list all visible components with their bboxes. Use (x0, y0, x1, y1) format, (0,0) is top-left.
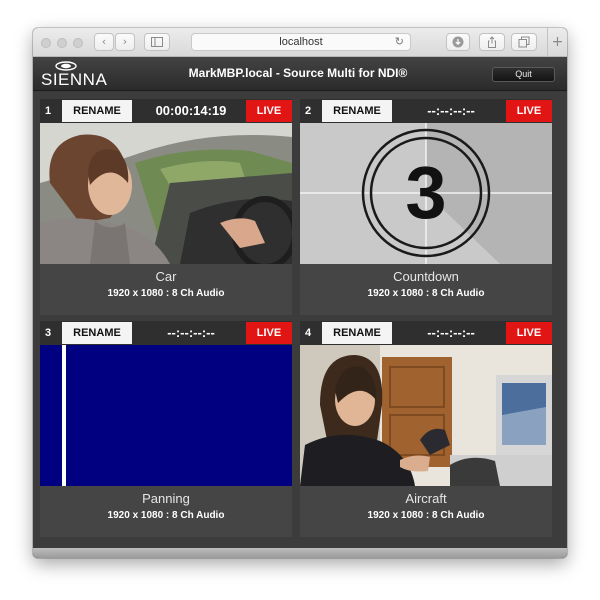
video-preview-aircraft[interactable] (300, 345, 552, 486)
live-badge[interactable]: LIVE (506, 322, 552, 344)
sienna-logo: SIENNA (41, 61, 121, 89)
source-format: 1920 x 1080 : 8 Ch Audio (367, 288, 485, 299)
timecode: --:--:--:-- (427, 325, 475, 340)
tabs-icon (518, 36, 530, 48)
close-window-button[interactable] (41, 38, 51, 48)
rename-button[interactable]: RENAME (322, 322, 392, 344)
source-number: 3 (45, 327, 52, 339)
live-badge[interactable]: LIVE (506, 100, 552, 122)
download-icon (452, 36, 464, 48)
quit-button[interactable]: Quit (492, 67, 555, 82)
video-preview-panning[interactable] (40, 345, 292, 486)
chevron-left-icon: ‹ (101, 35, 107, 48)
address-bar[interactable]: localhost ↻ (191, 33, 411, 51)
live-badge[interactable]: LIVE (246, 100, 292, 122)
rename-button[interactable]: RENAME (62, 322, 132, 344)
source-number: 1 (45, 105, 52, 117)
timecode: --:--:--:-- (167, 325, 215, 340)
source-format: 1920 x 1080 : 8 Ch Audio (107, 510, 225, 521)
browser-window: ‹ › localhost ↻ + SIENNA MarkMBP.local -… (33, 28, 567, 558)
source-number: 4 (305, 327, 312, 339)
horizontal-scrollbar[interactable] (33, 548, 567, 558)
source-name: Panning (142, 491, 190, 506)
share-icon (488, 36, 496, 48)
video-preview-countdown[interactable]: 3 (300, 123, 552, 264)
address-text: localhost (279, 36, 323, 48)
source-name: Countdown (393, 269, 459, 284)
sidebar-button[interactable] (144, 33, 170, 51)
source-tile-3: 3 RENAME --:--:--:-- LIVE Panning 1920 x… (40, 321, 292, 537)
minimize-window-button[interactable] (57, 38, 67, 48)
rename-button[interactable]: RENAME (322, 100, 392, 122)
logo-text: SIENNA (41, 70, 108, 89)
source-format: 1920 x 1080 : 8 Ch Audio (107, 288, 225, 299)
back-button[interactable]: ‹ (94, 33, 114, 51)
source-header: 4 RENAME --:--:--:-- LIVE (300, 321, 552, 345)
browser-toolbar: ‹ › localhost ↻ + (33, 28, 567, 57)
rename-button[interactable]: RENAME (62, 100, 132, 122)
source-tile-1: 1 RENAME 00:00:14:19 LIVE Car 1920 x 108… (40, 99, 292, 315)
car-scene-image (40, 123, 292, 264)
source-format: 1920 x 1080 : 8 Ch Audio (367, 510, 485, 521)
zoom-window-button[interactable] (73, 38, 83, 48)
timecode: 00:00:14:19 (155, 103, 227, 118)
source-header: 1 RENAME 00:00:14:19 LIVE (40, 99, 292, 123)
aircraft-scene-image (300, 345, 552, 486)
new-tab-button[interactable]: + (547, 28, 567, 57)
source-header: 3 RENAME --:--:--:-- LIVE (40, 321, 292, 345)
source-tile-2: 2 RENAME --:--:--:-- LIVE 3 Countdown 19… (300, 99, 552, 315)
app-title: MarkMBP.local - Source Multi for NDI® (188, 66, 408, 80)
video-preview-car[interactable] (40, 123, 292, 264)
app-header: SIENNA MarkMBP.local - Source Multi for … (33, 57, 567, 91)
reload-icon[interactable]: ↻ (395, 34, 404, 50)
live-badge[interactable]: LIVE (246, 322, 292, 344)
source-number: 2 (305, 105, 312, 117)
source-grid: 1 RENAME 00:00:14:19 LIVE Car 1920 x 108… (33, 92, 567, 558)
downloads-button[interactable] (446, 33, 470, 51)
chevron-right-icon: › (122, 35, 128, 48)
source-name: Car (155, 269, 177, 284)
share-button[interactable] (479, 33, 505, 51)
timecode: --:--:--:-- (427, 103, 475, 118)
countdown-digit: 3 (405, 151, 447, 234)
tabs-button[interactable] (511, 33, 537, 51)
panning-bar (62, 345, 66, 486)
source-header: 2 RENAME --:--:--:-- LIVE (300, 99, 552, 123)
sidebar-icon (151, 37, 163, 47)
source-name: Aircraft (405, 491, 447, 506)
source-tile-4: 4 RENAME --:--:--:-- LIVE Aircraft 1920 … (300, 321, 552, 537)
forward-button[interactable]: › (115, 33, 135, 51)
